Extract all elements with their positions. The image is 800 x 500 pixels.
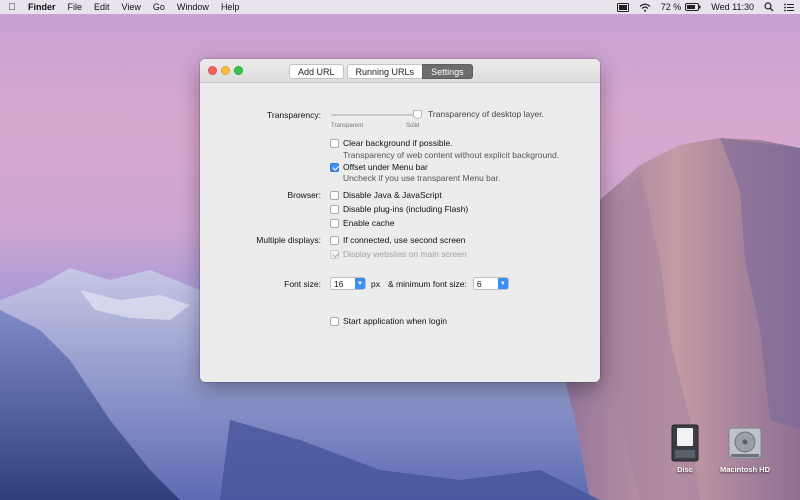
main-screen-label: Display websites on main screen [343, 249, 467, 259]
second-screen-label: If connected, use second screen [343, 235, 466, 245]
disable-java-label: Disable Java & JavaScript [343, 190, 442, 200]
offset-menu-bar-checkbox[interactable] [330, 162, 339, 172]
menu-edit[interactable]: Edit [94, 2, 110, 12]
wifi-icon[interactable] [639, 3, 651, 12]
menu-bar:  Finder File Edit View Go Window Help 7… [0, 0, 800, 14]
transparency-label: Transparency: [266, 110, 321, 120]
start-at-login-label: Start application when login [343, 316, 447, 326]
disable-plugins-label: Disable plug-ins (including Flash) [343, 204, 469, 214]
font-size-label: Font size: [284, 279, 321, 289]
settings-window: Add URL Running URLs Settings Transparen… [200, 59, 600, 382]
tab-running-urls[interactable]: Running URLs [346, 64, 424, 79]
zoom-button[interactable] [234, 66, 243, 75]
font-size-value[interactable]: 16 [331, 279, 355, 289]
start-at-login-option[interactable]: Start application when login [330, 316, 447, 326]
min-font-size-combo[interactable]: 6 ▼ [472, 277, 509, 290]
close-button[interactable] [208, 66, 217, 75]
offset-menu-bar-option[interactable]: Offset under Menu bar [330, 162, 428, 172]
multiple-displays-label: Multiple displays: [256, 235, 321, 245]
notification-center-icon[interactable] [784, 3, 794, 12]
hard-drive-icon [728, 427, 762, 459]
desktop-icon-disc[interactable]: Disc [666, 424, 704, 474]
enable-cache-option[interactable]: Enable cache [330, 218, 395, 228]
apple-menu-icon[interactable]:  [6, 2, 18, 13]
minimize-button[interactable] [221, 66, 230, 75]
second-screen-option[interactable]: If connected, use second screen [330, 235, 465, 245]
tab-add-url[interactable]: Add URL [289, 64, 344, 79]
enable-cache-checkbox[interactable] [330, 218, 339, 228]
sd-card-icon [671, 424, 699, 462]
desktop-icon-macintosh-hd[interactable]: Macintosh HD [716, 424, 774, 474]
clear-background-label: Clear background if possible. [343, 138, 453, 148]
slider-min-label: Transparent [331, 123, 364, 129]
min-font-size-value[interactable]: 6 [474, 279, 498, 289]
clock[interactable]: Wed 11:30 [711, 2, 754, 12]
macintosh-hd-label: Macintosh HD [719, 465, 770, 474]
clear-background-checkbox[interactable] [330, 138, 339, 148]
min-font-size-dropdown-icon[interactable]: ▼ [497, 278, 508, 289]
offset-menu-bar-label: Offset under Menu bar [343, 162, 428, 172]
start-at-login-checkbox[interactable] [330, 316, 339, 326]
menu-app-name[interactable]: Finder [28, 2, 56, 12]
slider-max-label: Solid [406, 123, 420, 129]
disable-java-checkbox[interactable] [330, 190, 339, 200]
tab-bar: Add URL Running URLs Settings [289, 64, 476, 79]
battery-percent: 72 % [660, 2, 682, 12]
disable-plugins-option[interactable]: Disable plug-ins (including Flash) [330, 204, 468, 214]
window-titlebar[interactable]: Add URL Running URLs Settings [200, 59, 600, 83]
clear-background-option[interactable]: Clear background if possible. [330, 138, 453, 148]
app-status-icon[interactable] [616, 2, 629, 12]
offset-menu-bar-hint: Uncheck if you use transparent Menu bar. [343, 173, 501, 183]
font-size-dropdown-icon[interactable]: ▼ [355, 278, 365, 289]
menu-view[interactable]: View [122, 2, 141, 12]
disable-java-option[interactable]: Disable Java & JavaScript [330, 190, 442, 200]
battery-icon [685, 3, 701, 11]
font-size-row: 16 ▼ px & minimum font size: 6 ▼ [330, 277, 509, 290]
enable-cache-label: Enable cache [343, 218, 395, 228]
tab-settings[interactable]: Settings [422, 64, 473, 79]
min-font-size-label: & minimum font size: [387, 278, 467, 289]
main-screen-checkbox [330, 249, 339, 259]
spotlight-search-icon[interactable] [764, 2, 774, 12]
battery-status[interactable]: 72 % [661, 2, 702, 12]
transparency-slider[interactable] [331, 110, 422, 121]
disable-plugins-checkbox[interactable] [330, 204, 339, 214]
font-size-unit: px [371, 278, 380, 289]
disc-label: Disc [677, 465, 693, 474]
transparency-description: Transparency of desktop layer. [428, 109, 544, 119]
second-screen-checkbox[interactable] [330, 235, 339, 245]
slider-knob[interactable] [412, 110, 422, 119]
browser-label: Browser: [287, 190, 321, 200]
menu-window[interactable]: Window [177, 2, 209, 12]
menu-go[interactable]: Go [153, 2, 165, 12]
main-screen-option: Display websites on main screen [330, 249, 467, 259]
font-size-combo[interactable]: 16 ▼ [330, 277, 366, 290]
menu-help[interactable]: Help [221, 2, 240, 12]
clear-background-hint: Transparency of web content without expl… [343, 150, 560, 160]
slider-track [331, 114, 421, 116]
status-area: 72 % Wed 11:30 [607, 2, 794, 12]
menu-file[interactable]: File [68, 2, 83, 12]
